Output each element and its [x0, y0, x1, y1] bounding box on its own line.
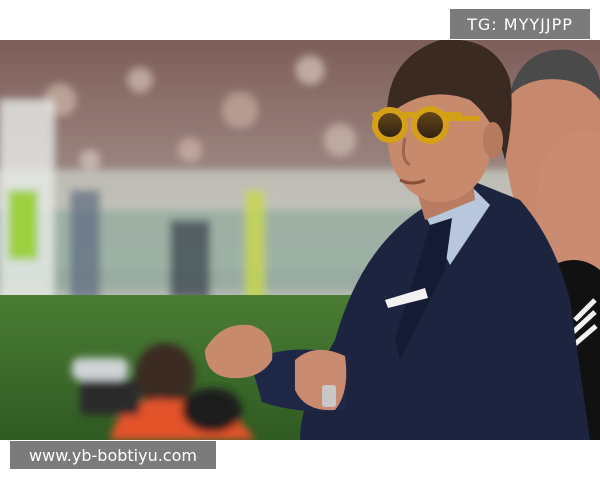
watermark-bottom-url: www.yb-bobtiyu.com — [10, 441, 216, 469]
stadium-photo — [0, 40, 600, 440]
watermark-top: TG: MYYJJPP — [450, 9, 590, 39]
photo-illustration — [0, 40, 600, 440]
